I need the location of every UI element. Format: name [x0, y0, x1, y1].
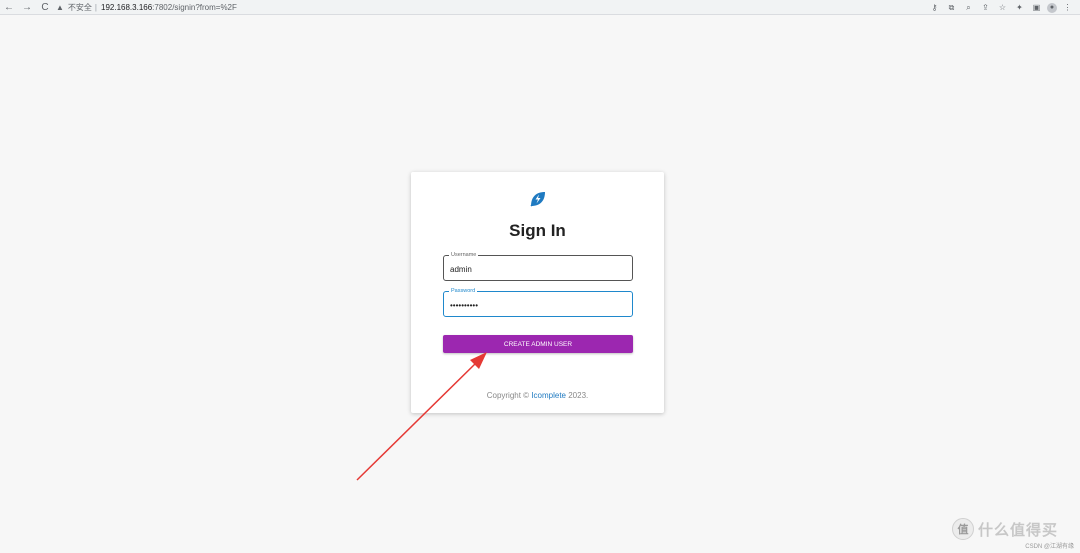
username-field[interactable]: Username	[443, 251, 633, 281]
menu-icon[interactable]: ⋮	[1061, 1, 1074, 14]
leaf-bolt-logo-icon	[530, 192, 545, 207]
security-label[interactable]: 不安全	[68, 2, 92, 13]
password-field[interactable]: Password	[443, 287, 633, 317]
key-icon[interactable]: ⚷	[928, 1, 941, 14]
copyright-prefix: Copyright ©	[486, 391, 530, 400]
page-title: Sign In	[509, 221, 566, 240]
copyright: Copyright © Icomplete 2023.	[411, 391, 664, 400]
watermark-credit: CSDN @江湖有缘	[1025, 544, 1074, 550]
forward-button[interactable]: →	[18, 0, 36, 15]
copyright-brand-link[interactable]: Icomplete	[531, 391, 566, 400]
password-label: Password	[449, 287, 478, 295]
profile-icon[interactable]: ●	[1047, 2, 1057, 13]
username-input[interactable]	[450, 264, 620, 274]
browser-toolbar: ← → C ▲ 不安全 | 192.168.3.166:7802/signin?…	[0, 0, 1080, 15]
url-separator: |	[94, 2, 97, 12]
create-admin-user-button[interactable]: CREATE ADMIN USER	[443, 335, 633, 353]
translate-icon[interactable]: ⧉	[945, 1, 958, 14]
url-host[interactable]: 192.168.3.166	[101, 3, 152, 12]
star-icon[interactable]: ☆	[996, 1, 1009, 14]
username-label: Username	[449, 251, 479, 259]
password-input[interactable]	[450, 300, 620, 310]
url-path[interactable]: :7802/signin?from=%2F	[152, 3, 237, 12]
signin-card: Sign In Username Password CREATE ADMIN U…	[411, 172, 664, 413]
back-button[interactable]: ←	[0, 0, 18, 15]
warning-icon[interactable]: ▲	[56, 3, 64, 12]
watermark-text: 什么值得买	[978, 521, 1059, 539]
sidepanel-icon[interactable]: ▣	[1030, 1, 1043, 14]
reload-button[interactable]: C	[36, 0, 54, 15]
toolbar-actions: ⚷ ⧉ ⌕ ⇪ ☆ ✦ ▣ ● ⋮	[928, 0, 1074, 15]
zoom-icon[interactable]: ⌕	[962, 1, 975, 14]
copyright-year: 2023.	[568, 391, 589, 400]
address-bar[interactable]: ▲ 不安全 | 192.168.3.166:7802/signin?from=%…	[56, 1, 916, 13]
share-icon[interactable]: ⇪	[979, 1, 992, 14]
watermark-badge-icon: 值	[952, 518, 974, 540]
site-watermark: 值 什么值得买	[952, 518, 1058, 540]
extensions-icon[interactable]: ✦	[1013, 1, 1026, 14]
